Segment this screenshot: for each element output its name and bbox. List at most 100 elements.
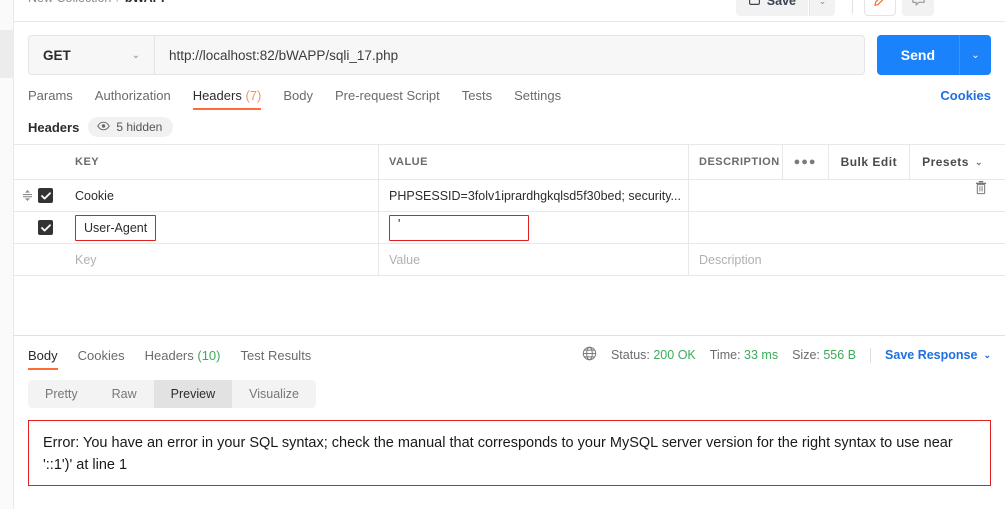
save-button[interactable]: Save <box>735 0 808 16</box>
eye-icon <box>97 120 111 134</box>
header-value-text: ' <box>398 216 401 231</box>
header-description-input[interactable] <box>689 212 1005 243</box>
headers-subheader: Headers 5 hidden <box>14 110 1005 144</box>
header-value-input[interactable]: ' <box>379 212 689 243</box>
response-tab-body[interactable]: Body <box>28 348 58 370</box>
tab-headers[interactable]: Headers (7) <box>192 88 262 110</box>
response-view-mode-group: Pretty Raw Preview Visualize <box>28 380 316 408</box>
new-header-value-placeholder: Value <box>389 252 421 267</box>
hidden-headers-pill[interactable]: 5 hidden <box>88 117 174 137</box>
meta-separator <box>870 347 872 363</box>
tab-authorization[interactable]: Authorization <box>95 88 171 110</box>
edit-pen-icon <box>873 0 888 10</box>
status-value: 200 OK <box>653 348 696 362</box>
column-header-key: KEY <box>65 145 379 179</box>
tab-label: Headers <box>192 88 242 103</box>
send-dropdown-button[interactable]: ⌄ <box>959 35 991 75</box>
new-header-description-input[interactable]: Description <box>689 244 1005 275</box>
http-method-selector[interactable]: GET ⌄ <box>29 36 155 74</box>
new-header-key-placeholder: Key <box>75 252 97 267</box>
cookies-link[interactable]: Cookies <box>940 88 991 103</box>
table-row: Cookie PHPSESSID=3folv1iprardhgkqlsd5f30… <box>14 179 1005 211</box>
presets-button[interactable]: Presets ⌄ <box>909 145 995 179</box>
size-value: 556 B <box>823 348 857 362</box>
edit-pen-button[interactable] <box>864 0 896 16</box>
header-cell-spacer <box>14 145 65 179</box>
trash-icon <box>975 180 987 195</box>
row-enabled-checkbox[interactable] <box>38 188 53 203</box>
tab-label: Tests <box>461 88 493 103</box>
more-options-button[interactable]: ●●● <box>781 145 828 179</box>
header-value-annotation-box: ' <box>389 214 529 241</box>
time-label: Time: <box>709 348 741 362</box>
send-button[interactable]: Send <box>876 35 959 75</box>
tab-tests[interactable]: Tests <box>462 88 492 110</box>
hidden-headers-count: 5 hidden <box>116 120 163 134</box>
headers-table: KEY VALUE DESCRIPTION ●●● Bulk Edit Pres… <box>14 144 1005 317</box>
view-mode-pretty[interactable]: Pretty <box>28 380 95 408</box>
chevron-down-icon: ⌄ <box>818 0 827 6</box>
save-dropdown-button[interactable]: ⌄ <box>809 0 835 16</box>
header-description-input[interactable] <box>689 180 1005 211</box>
left-gutter-active-segment <box>0 30 14 78</box>
header-key-input[interactable]: Cookie <box>65 180 379 211</box>
header-key-annotation-box: User-Agent <box>75 214 157 241</box>
comment-icon <box>911 0 926 10</box>
delete-row-button[interactable] <box>969 180 993 195</box>
response-view-mode-wrapper: Pretty Raw Preview Visualize <box>14 370 1005 408</box>
new-header-value-input[interactable]: Value <box>379 244 689 275</box>
header-key-input[interactable]: User-Agent <box>65 212 379 243</box>
chevron-down-icon: ⌄ <box>983 349 991 360</box>
size-label: Size: <box>792 348 820 362</box>
tab-label: Test Results <box>240 348 312 363</box>
breadcrumb-current[interactable]: bWAPP <box>125 0 169 5</box>
save-response-label: Save Response <box>885 348 978 362</box>
response-tab-test-results[interactable]: Test Results <box>241 348 312 370</box>
url-text: http://localhost:82/bWAPP/sqli_17.php <box>169 47 399 63</box>
view-mode-visualize[interactable]: Visualize <box>232 380 316 408</box>
tab-body[interactable]: Body <box>283 88 313 110</box>
postman-request-pane: New Collection / bWAPP Save ⌄ GET <box>14 0 1005 509</box>
top-bar: New Collection / bWAPP Save ⌄ <box>14 0 1005 22</box>
drag-handle-icon[interactable] <box>21 189 33 202</box>
tab-label: Authorization <box>94 88 171 103</box>
tab-pre-request-script[interactable]: Pre-request Script <box>335 88 440 110</box>
tab-label: Pre-request Script <box>334 88 440 103</box>
comment-button[interactable] <box>902 0 934 16</box>
tab-params[interactable]: Params <box>28 88 73 110</box>
http-method-label: GET <box>43 47 71 63</box>
bulk-edit-button[interactable]: Bulk Edit <box>827 145 910 179</box>
header-key-text: User-Agent <box>84 220 148 235</box>
row-controls <box>14 180 65 211</box>
url-row: GET ⌄ http://localhost:82/bWAPP/sqli_17.… <box>14 22 1005 78</box>
url-input[interactable]: http://localhost:82/bWAPP/sqli_17.php <box>155 36 864 74</box>
header-key-text: Cookie <box>75 188 114 203</box>
table-bottom-spacer <box>14 275 1005 317</box>
response-body-preview: Error: You have an error in your SQL syn… <box>28 420 991 486</box>
table-header-tools: ●●● Bulk Edit Presets ⌄ <box>781 145 995 179</box>
column-header-description-label: DESCRIPTION <box>699 156 780 168</box>
tab-settings[interactable]: Settings <box>514 88 561 110</box>
view-mode-raw[interactable]: Raw <box>95 380 154 408</box>
new-header-key-input[interactable]: Key <box>65 244 379 275</box>
tab-count: (10) <box>197 348 221 363</box>
response-tab-headers[interactable]: Headers (10) <box>145 348 221 370</box>
request-tabs: Params Authorization Headers (7) Body Pr… <box>14 80 1005 110</box>
save-response-button[interactable]: Save Response ⌄ <box>885 348 991 362</box>
tab-count: (7) <box>245 88 262 103</box>
time-info: Time: 33 ms <box>710 348 778 362</box>
response-body-text: Error: You have an error in your SQL syn… <box>43 435 953 473</box>
tab-label: Settings <box>514 88 562 103</box>
new-header-description-placeholder: Description <box>699 252 762 267</box>
chevron-down-icon: ⌄ <box>131 49 140 61</box>
table-row: User-Agent ' <box>14 211 1005 243</box>
header-value-input[interactable]: PHPSESSID=3folv1iprardhgkqlsd5f30bed; se… <box>379 180 689 211</box>
view-mode-preview[interactable]: Preview <box>153 380 233 408</box>
save-disk-icon <box>748 0 761 9</box>
column-header-description: DESCRIPTION ●●● Bulk Edit Presets ⌄ <box>689 145 1005 179</box>
response-tab-cookies[interactable]: Cookies <box>78 348 125 370</box>
send-group: Send ⌄ <box>876 35 991 75</box>
table-row-placeholder: Key Value Description <box>14 243 1005 275</box>
breadcrumb-root[interactable]: New Collection <box>28 0 111 5</box>
row-enabled-checkbox[interactable] <box>38 220 53 235</box>
